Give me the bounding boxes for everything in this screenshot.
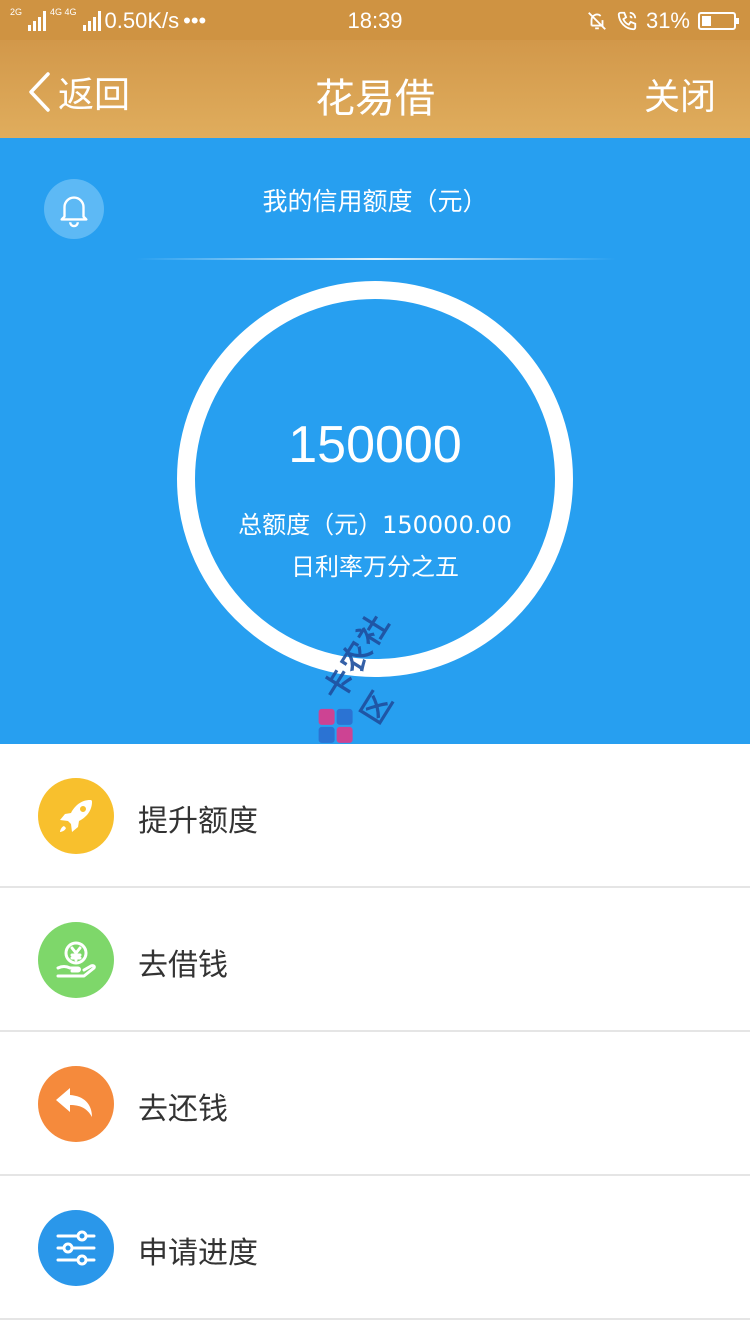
sliders-icon (38, 1210, 114, 1286)
menu-label: 去借钱 (138, 948, 228, 983)
credit-amount: 150000 (288, 416, 462, 474)
nav-header: 返回 花易借 关闭 (0, 40, 750, 138)
menu-item-borrow[interactable]: 去借钱 (0, 888, 750, 1032)
chevron-left-icon (29, 72, 50, 112)
menu-label: 提升额度 (138, 804, 258, 839)
menu-item-raise-limit[interactable]: 提升额度 (0, 744, 750, 888)
menu-label: 申请进度 (138, 1236, 258, 1271)
battery-percent: 31% (645, 8, 690, 33)
watermark-logo-icon (318, 708, 353, 745)
total-credit: 总额度（元）150000.00 (238, 511, 512, 539)
credit-label: 我的信用额度（元） (262, 187, 488, 216)
call-icon (617, 11, 637, 31)
return-arrow-icon (38, 1066, 114, 1142)
mute-bell-icon (588, 12, 606, 30)
money-hand-icon (38, 922, 114, 998)
divider (136, 258, 616, 260)
action-menu: 提升额度 去借钱 去还钱 申请进度 (0, 744, 750, 1320)
back-button[interactable]: 返回 (26, 66, 130, 118)
back-label: 返回 (58, 75, 131, 116)
menu-item-progress[interactable]: 申请进度 (0, 1176, 750, 1320)
close-button[interactable]: 关闭 (644, 68, 716, 120)
battery-icon (698, 12, 739, 30)
rocket-icon (38, 778, 114, 854)
menu-label: 去还钱 (138, 1092, 228, 1127)
battery-fill (702, 16, 711, 26)
menu-item-repay[interactable]: 去还钱 (0, 1032, 750, 1176)
status-bar: 2G 4G 4G 0.50K/s ••• 18:39 31% (0, 0, 750, 40)
status-right: 31% (586, 8, 739, 34)
daily-rate: 日利率万分之五 (291, 553, 459, 581)
